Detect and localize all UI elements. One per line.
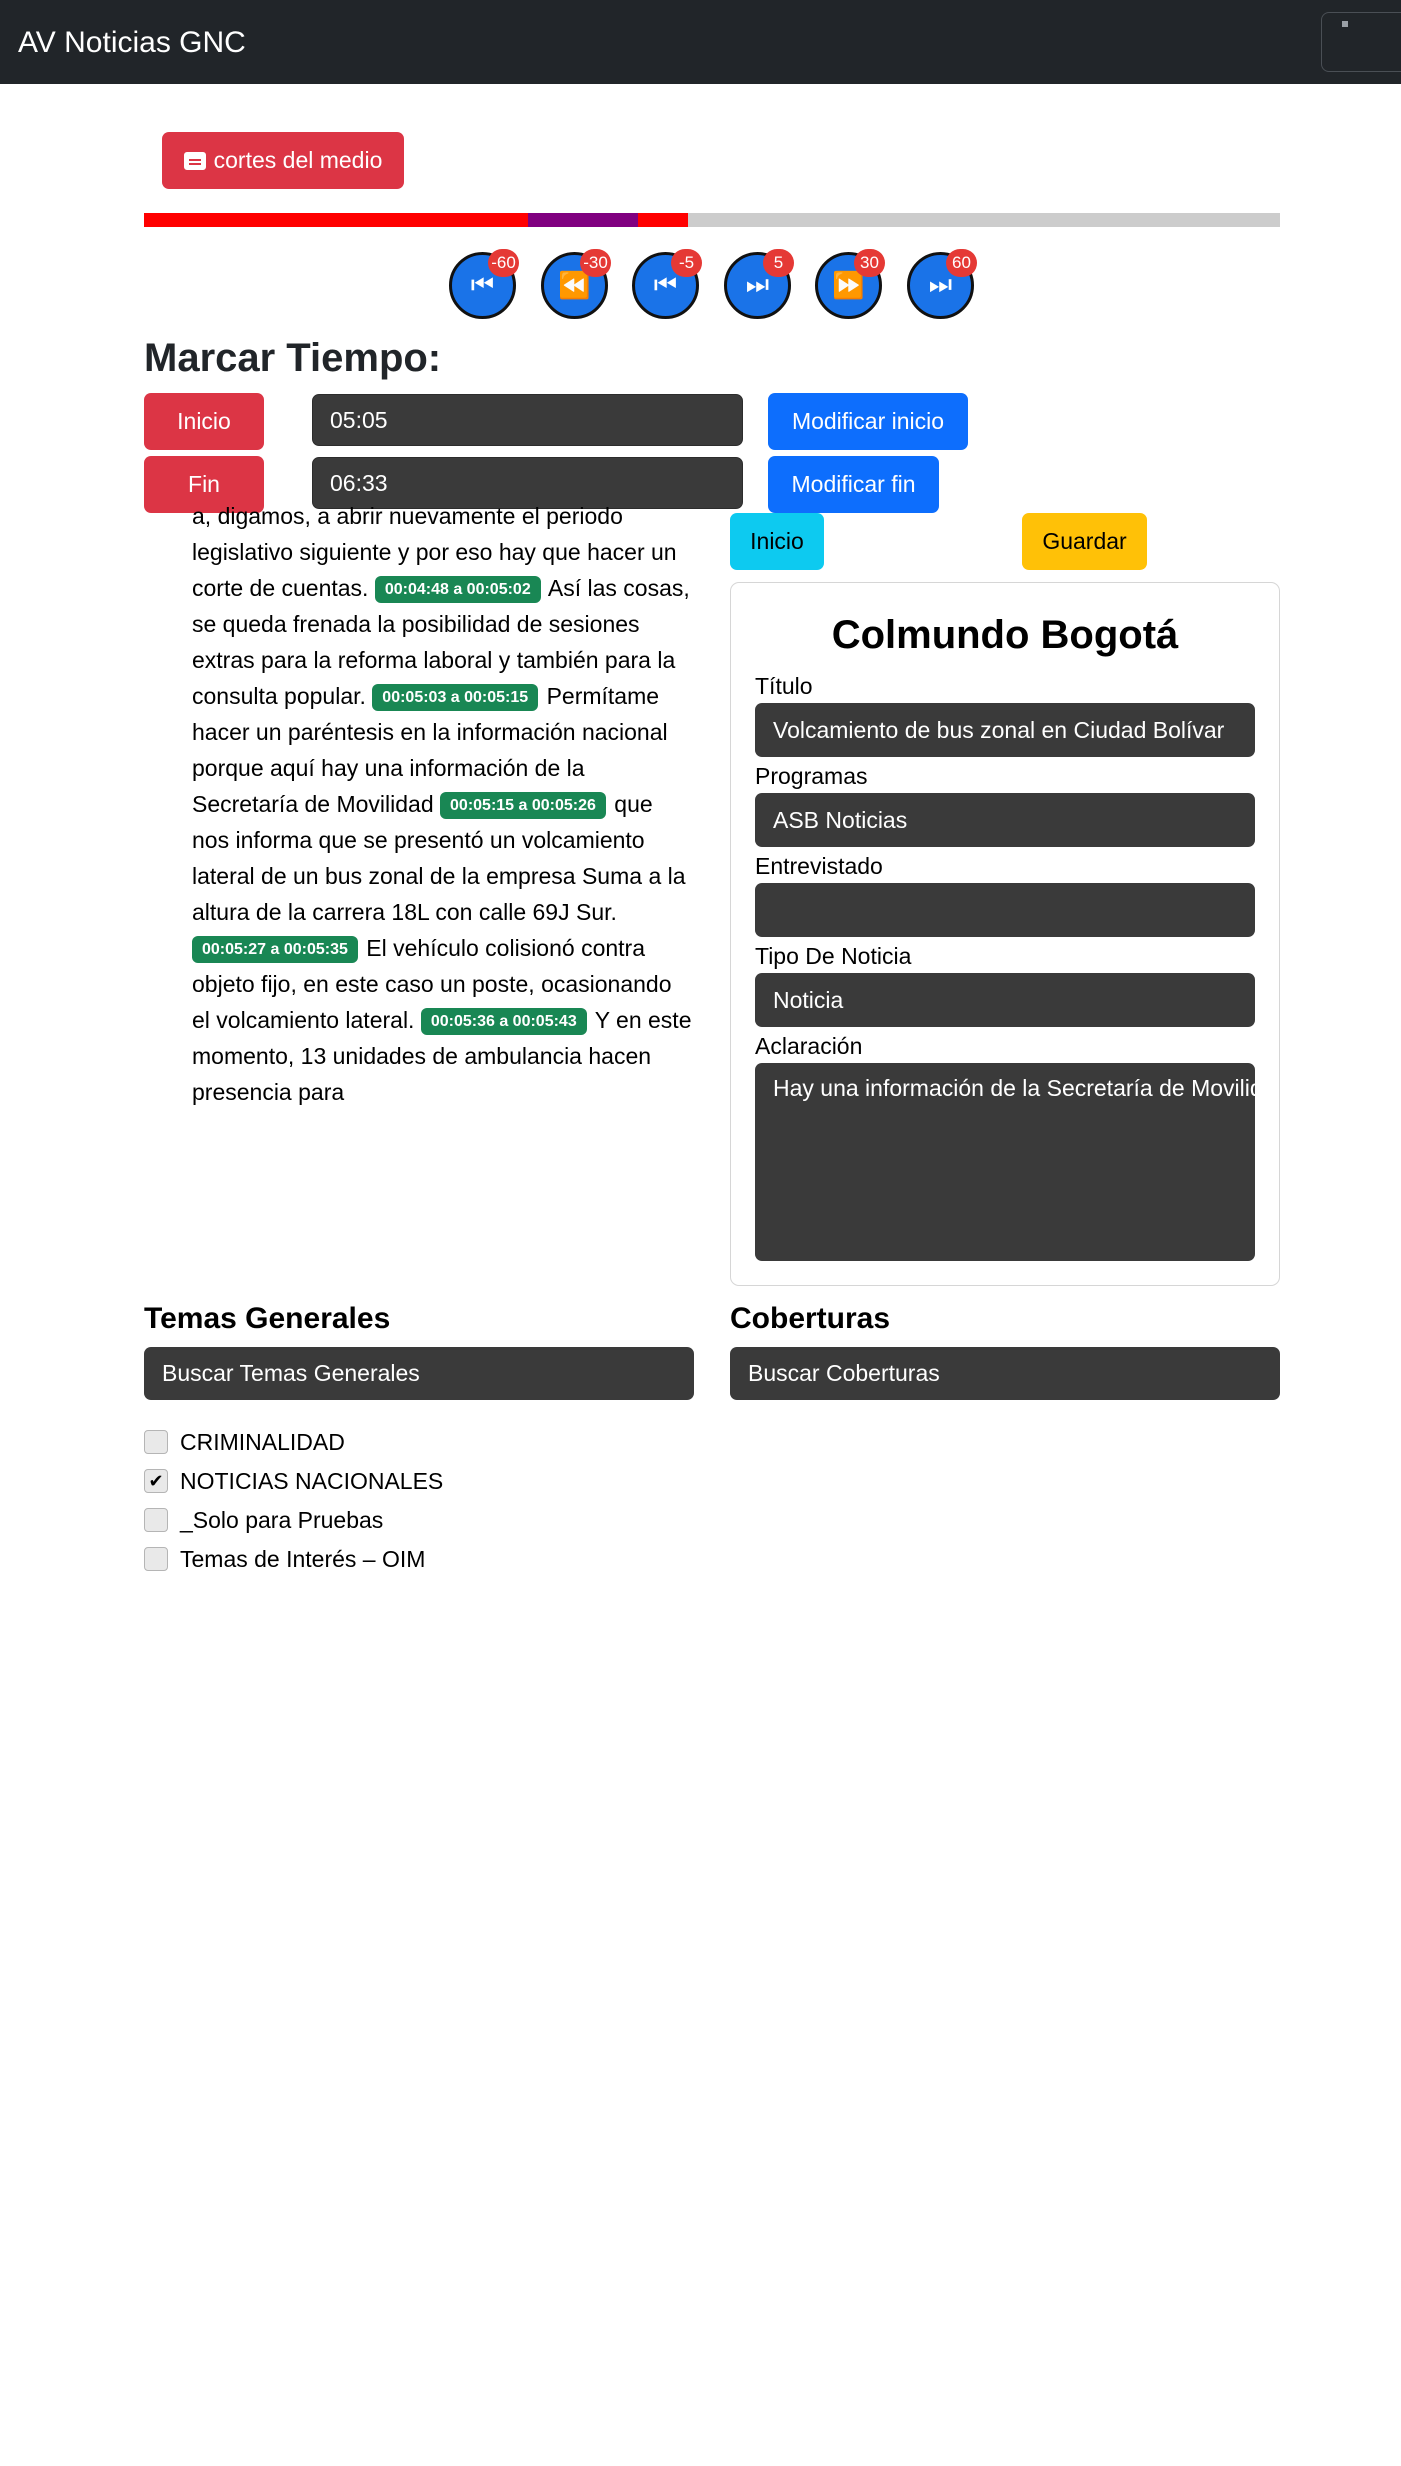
- timestamp-badge[interactable]: 00:05:03 a 00:05:15: [372, 684, 539, 711]
- tipo-noticia-select[interactable]: Noticia: [755, 973, 1255, 1027]
- navbar: AV Noticias GNC: [0, 0, 1401, 84]
- tema-checkbox-row[interactable]: _Solo para Pruebas: [144, 1505, 383, 1535]
- audio-progress-bar[interactable]: [144, 213, 1280, 227]
- tema-label: _Solo para Pruebas: [180, 1506, 384, 1533]
- media-title: Colmundo Bogotá: [831, 613, 1179, 657]
- tema-checkbox-row[interactable]: ✔ NOTICIAS NACIONALES: [144, 1466, 443, 1496]
- checkbox[interactable]: [144, 1430, 168, 1454]
- rewind-5-button[interactable]: ⏮ -5: [632, 249, 702, 319]
- marcar-inicio-button[interactable]: Inicio: [144, 393, 264, 450]
- skip-icon: ⏮: [470, 270, 495, 300]
- timestamp-badge[interactable]: 00:05:15 a 00:05:26: [440, 792, 606, 819]
- seconds-badge: 5: [763, 249, 794, 277]
- seconds-badge: 60: [946, 249, 977, 277]
- menu-icon: [1342, 21, 1348, 27]
- forward-30-button[interactable]: ⏩ 30: [815, 249, 885, 319]
- tema-checkbox-row[interactable]: CRIMINALIDAD: [144, 1427, 345, 1457]
- seconds-badge: -5: [671, 249, 702, 277]
- checkbox[interactable]: [144, 1508, 168, 1532]
- modificar-inicio-button[interactable]: Modificar inicio: [768, 393, 968, 450]
- seconds-badge: -60: [488, 249, 519, 277]
- aclaracion-label: Aclaración: [755, 1033, 863, 1059]
- inicio-button[interactable]: Inicio: [730, 513, 824, 570]
- checkbox[interactable]: [144, 1547, 168, 1571]
- rewind-30-button[interactable]: ⏪ -30: [541, 249, 611, 319]
- entrevistado-input[interactable]: [755, 883, 1255, 937]
- coberturas-heading: Coberturas: [730, 1302, 891, 1335]
- tema-label: Temas de Interés – OIM: [180, 1545, 426, 1572]
- skip-icon: ⏭: [928, 270, 953, 300]
- timestamp-badge[interactable]: 00:05:27 a 00:05:35: [192, 936, 358, 963]
- entrevistado-label: Entrevistado: [755, 853, 883, 879]
- progress-segment: [527, 213, 639, 227]
- menu-toggle-button[interactable]: [1321, 12, 1401, 72]
- transcript-panel[interactable]: a, digamos, a abrir nuevamente el period…: [144, 500, 694, 1240]
- temas-search-input[interactable]: Buscar Temas Generales: [144, 1347, 694, 1400]
- tema-checkbox-row[interactable]: Temas de Interés – OIM: [144, 1544, 425, 1574]
- guardar-button[interactable]: Guardar: [1022, 513, 1147, 570]
- skip-icon: ⏭: [745, 270, 770, 300]
- tema-label: NOTICIAS NACIONALES: [180, 1467, 444, 1494]
- timestamp-badge[interactable]: 00:04:48 a 00:05:02: [374, 576, 541, 603]
- forward-5-button[interactable]: ⏭ 5: [724, 249, 794, 319]
- inicio-time-input[interactable]: 05:05: [312, 394, 743, 446]
- marcar-tiempo-heading: Marcar Tiempo:: [144, 336, 442, 380]
- brand-title[interactable]: AV Noticias GNC: [18, 26, 246, 60]
- news-card: Colmundo Bogotá Título Volcamiento de bu…: [730, 582, 1280, 1286]
- forward-60-button[interactable]: ⏭ 60: [907, 249, 977, 319]
- rewind-60-button[interactable]: ⏮ -60: [449, 249, 519, 319]
- progress-segment: [638, 213, 689, 227]
- modificar-fin-button[interactable]: Modificar fin: [768, 456, 939, 513]
- seconds-badge: 30: [854, 249, 885, 277]
- cortes-del-medio-button[interactable]: cortes del medio: [162, 132, 404, 189]
- timestamp-badge[interactable]: 00:05:36 a 00:05:43: [420, 1008, 587, 1035]
- programas-label: Programas: [755, 763, 868, 789]
- tipo-noticia-label: Tipo De Noticia: [755, 943, 912, 969]
- checkbox-checked[interactable]: ✔: [144, 1469, 168, 1493]
- titulo-input[interactable]: Volcamiento de bus zonal en Ciudad Bolív…: [755, 703, 1255, 757]
- aclaracion-textarea[interactable]: Hay una información de la Secretaría de …: [755, 1063, 1255, 1261]
- progress-segment: [144, 213, 528, 227]
- closed-captions-icon: [183, 151, 206, 170]
- seconds-badge: -30: [580, 249, 611, 277]
- cortes-del-medio-label: cortes del medio: [213, 147, 383, 173]
- programas-input[interactable]: ASB Noticias: [755, 793, 1255, 847]
- tema-label: CRIMINALIDAD: [180, 1428, 345, 1455]
- coberturas-search-input[interactable]: Buscar Coberturas: [730, 1347, 1280, 1400]
- temas-generales-heading: Temas Generales: [144, 1302, 391, 1335]
- skip-icon: ⏮: [653, 270, 678, 300]
- titulo-label: Título: [755, 673, 813, 699]
